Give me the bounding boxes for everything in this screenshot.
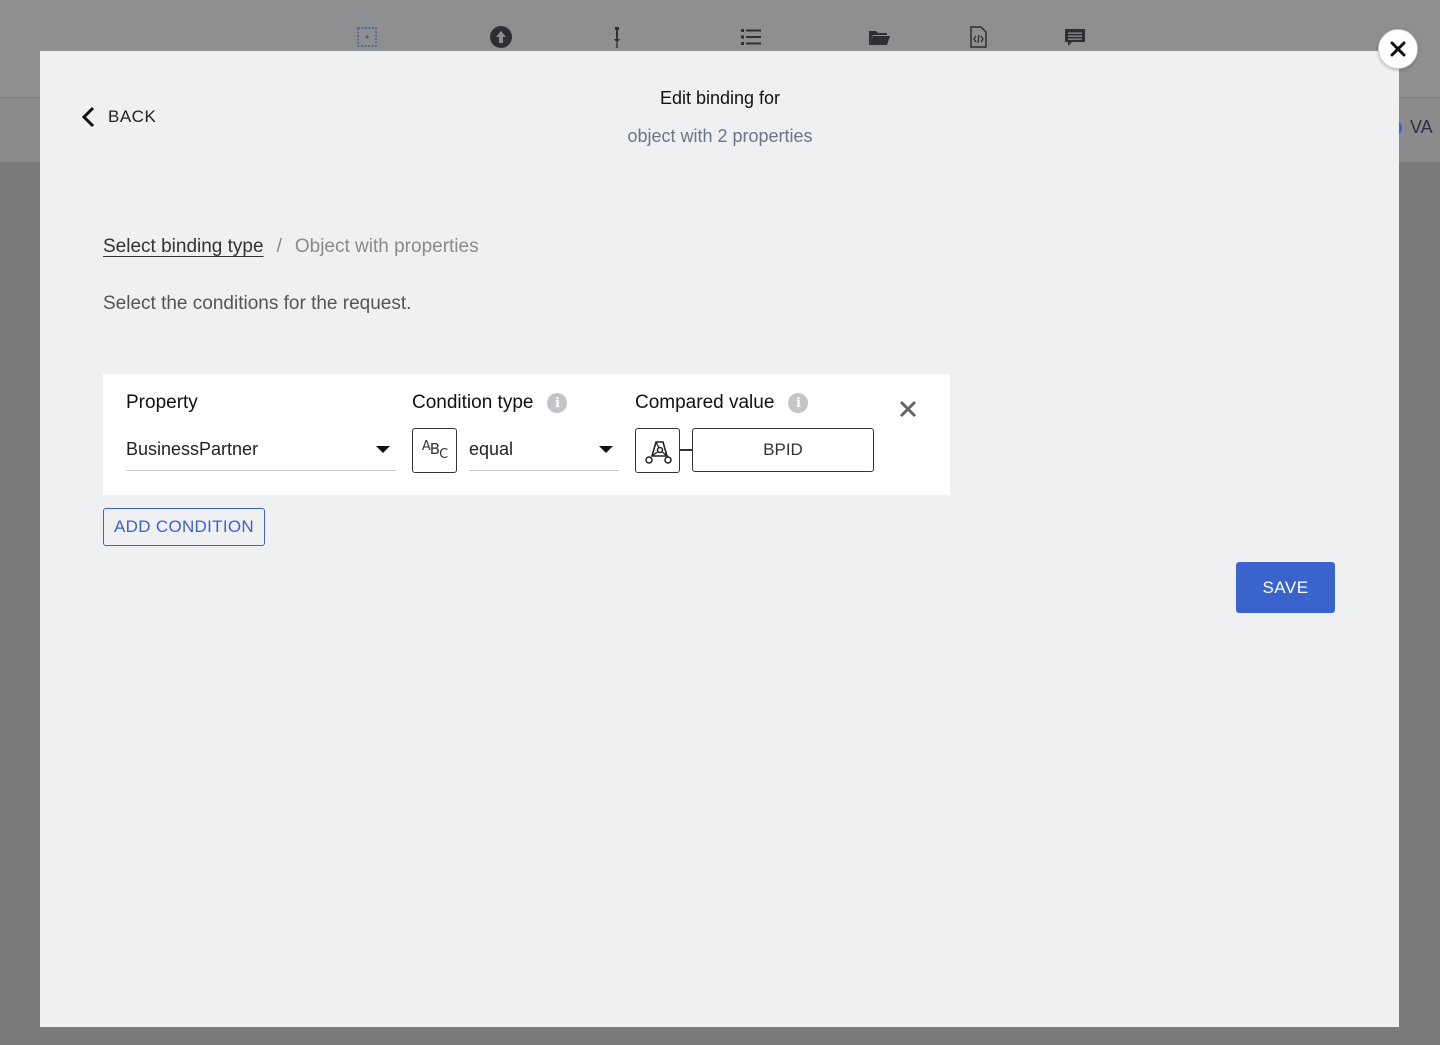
compared-value-type-button[interactable]: [635, 428, 680, 473]
property-select[interactable]: BusinessPartner: [126, 428, 396, 471]
condition-type-label: Condition type i: [412, 392, 568, 414]
list-icon: [738, 24, 764, 50]
remove-condition-button[interactable]: [896, 397, 920, 421]
compared-value-label: Compared value i: [635, 392, 809, 414]
background-tab-label: VA: [1392, 117, 1433, 138]
property-value: BusinessPartner: [126, 438, 259, 459]
modal-title: Edit binding for: [659, 88, 781, 108]
instructions-text: Select the conditions for the request.: [103, 293, 412, 314]
back-button[interactable]: BACK: [80, 106, 156, 128]
abc-text-type-icon[interactable]: ABC: [412, 428, 457, 473]
data-model-icon: [644, 440, 672, 464]
caret-down-icon: [376, 445, 390, 453]
breadcrumb: Select binding type / Object with proper…: [103, 236, 479, 258]
grid-select-icon: [354, 24, 380, 50]
folder-icon: [866, 24, 892, 50]
close-icon: [1390, 41, 1406, 57]
breadcrumb-separator: /: [276, 236, 282, 257]
breadcrumb-current: Object with properties: [294, 236, 479, 257]
condition-type-select[interactable]: equal: [469, 428, 619, 471]
back-label: BACK: [108, 107, 157, 126]
info-icon[interactable]: i: [788, 393, 809, 413]
upload-icon: [488, 24, 514, 50]
property-label: Property: [126, 392, 198, 413]
modal-subtitle: object with 2 properties: [627, 126, 813, 146]
comment-icon: [1062, 24, 1088, 50]
code-file-icon: [965, 24, 991, 50]
condition-type-value: equal: [469, 438, 514, 459]
chevron-left-icon: [81, 106, 95, 128]
save-button[interactable]: SAVE: [1236, 562, 1335, 613]
add-condition-button[interactable]: ADD CONDITION: [103, 508, 265, 546]
close-icon: [899, 400, 917, 418]
close-modal-button[interactable]: [1378, 29, 1418, 69]
pin-icon: [604, 24, 630, 50]
breadcrumb-select-binding-type[interactable]: Select binding type: [103, 236, 264, 258]
caret-down-icon: [599, 445, 613, 453]
compared-value-input[interactable]: [692, 428, 874, 472]
info-icon[interactable]: i: [547, 393, 568, 413]
